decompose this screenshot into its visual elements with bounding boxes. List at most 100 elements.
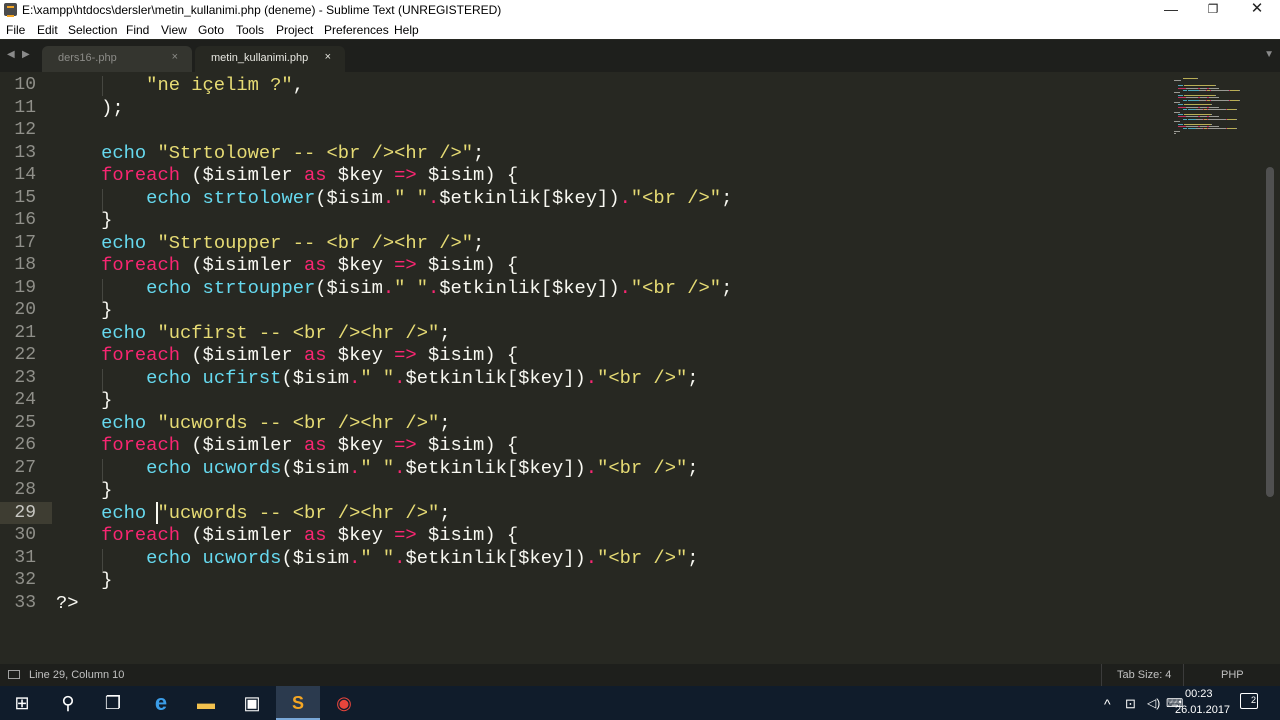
- code-token: " ": [394, 186, 428, 209]
- code-line[interactable]: 16 }: [0, 209, 1170, 232]
- code-token: =>: [394, 524, 417, 546]
- menu-tools[interactable]: Tools: [236, 23, 264, 37]
- tab-ders16[interactable]: ders16-.php ×: [42, 46, 192, 72]
- menu-preferences[interactable]: Preferences: [324, 23, 389, 37]
- notification-center-icon[interactable]: 2: [1240, 693, 1258, 709]
- sublime-text-taskbar-icon[interactable]: S: [276, 686, 320, 720]
- code-line[interactable]: 13 echo "Strtolower -- <br /><hr />";: [0, 142, 1170, 165]
- minimap-segment: [1211, 114, 1213, 115]
- clock-date[interactable]: 26.01.2017: [1175, 704, 1230, 716]
- tab-bar: ◀ ▶ ders16-.php × metin_kullanimi.php × …: [0, 40, 1280, 72]
- line-number: 24: [14, 390, 36, 410]
- tab-close-icon[interactable]: ×: [325, 51, 331, 63]
- code-token: .: [394, 456, 406, 479]
- code-line[interactable]: 14 foreach ($isimler as $key => $isim) {: [0, 164, 1170, 187]
- minimap-segment: [1209, 126, 1220, 127]
- chrome-icon[interactable]: ◉: [322, 686, 366, 720]
- minimap-segment: [1196, 109, 1203, 111]
- minimap-segment: [1174, 80, 1181, 82]
- code-token: $key: [326, 164, 395, 186]
- code-text: ?>: [56, 592, 79, 615]
- minimap-segment: [1182, 118, 1188, 120]
- menu-help[interactable]: Help: [394, 23, 419, 37]
- code-token: as: [303, 344, 327, 366]
- code-line[interactable]: 21 echo "ucfirst -- <br /><hr />";: [0, 322, 1170, 345]
- code-text: foreach ($isimler as $key => $isim) {: [56, 344, 518, 367]
- minimap-segment: [1200, 106, 1207, 108]
- menu-selection[interactable]: Selection: [68, 23, 117, 37]
- code-line[interactable]: 22 foreach ($isimler as $key => $isim) {: [0, 344, 1170, 367]
- code-line[interactable]: 23 echo ucfirst($isim." ".$etkinlik[$key…: [0, 367, 1170, 390]
- panel-toggle-icon[interactable]: [8, 670, 20, 679]
- code-line[interactable]: 32 }: [0, 569, 1170, 592]
- code-token: ($isimler: [180, 344, 304, 366]
- tab-dropdown-icon[interactable]: ▼: [1264, 49, 1274, 60]
- code-line[interactable]: 27 echo ucwords($isim." ".$etkinlik[$key…: [0, 457, 1170, 480]
- file-explorer-icon[interactable]: ▬: [184, 686, 228, 720]
- code-line[interactable]: 33 ?>: [0, 592, 1170, 615]
- tab-close-icon[interactable]: ×: [172, 51, 178, 63]
- vertical-scrollbar[interactable]: [1266, 167, 1274, 497]
- code-line[interactable]: 15 echo strtolower($isim." ".$etkinlik[$…: [0, 187, 1170, 210]
- search-icon[interactable]: ⚲: [46, 686, 90, 720]
- code-token: }: [56, 299, 113, 321]
- code-token: }: [56, 569, 113, 591]
- menu-file[interactable]: File: [6, 23, 25, 37]
- tab-metin-kullanimi[interactable]: metin_kullanimi.php ×: [195, 46, 345, 72]
- minimap-segment: [1174, 92, 1180, 94]
- edge-browser-icon[interactable]: e: [139, 686, 183, 720]
- start-button-icon[interactable]: ⊞: [0, 686, 44, 720]
- code-line[interactable]: 30 foreach ($isimler as $key => $isim) {: [0, 524, 1170, 547]
- syntax-indicator[interactable]: PHP: [1221, 669, 1244, 681]
- tab-scroll-right-icon[interactable]: ▶: [22, 49, 30, 60]
- minimap-segment: [1208, 109, 1226, 111]
- tab-size-indicator[interactable]: Tab Size: 4: [1117, 669, 1171, 681]
- task-view-icon[interactable]: ❐: [91, 686, 135, 720]
- minimap-segment: [1178, 94, 1183, 96]
- network-icon[interactable]: ⊡: [1125, 696, 1136, 712]
- menu-find[interactable]: Find: [126, 23, 149, 37]
- code-text: echo "Strtolower -- <br /><hr />";: [56, 142, 484, 165]
- minimap[interactable]: [1170, 72, 1240, 136]
- tab-scroll-left-icon[interactable]: ◀: [7, 49, 15, 60]
- menu-project[interactable]: Project: [276, 23, 313, 37]
- menu-edit[interactable]: Edit: [37, 23, 58, 37]
- code-token: "<br />": [630, 276, 722, 299]
- minimap-segment: [1182, 128, 1188, 130]
- code-editor[interactable]: 10 "ne içelim ?", 11 ); 12 13 echo "Strtolo…: [0, 72, 1280, 664]
- code-text: foreach ($isimler as $key => $isim) {: [56, 164, 518, 187]
- code-line[interactable]: 19 echo strtoupper($isim." ".$etkinlik[$…: [0, 277, 1170, 300]
- store-icon[interactable]: ▣: [230, 686, 274, 720]
- status-divider: [1183, 664, 1184, 686]
- code-text: echo "ucfirst -- <br /><hr />";: [56, 322, 450, 345]
- tray-expand-icon[interactable]: ^: [1104, 696, 1111, 712]
- menu-view[interactable]: View: [161, 23, 187, 37]
- code-line[interactable]: 29 echo "ucwords -- <br /><hr />";: [0, 501, 1170, 524]
- minimize-button[interactable]: —: [1148, 0, 1194, 20]
- code-line[interactable]: 24 }: [0, 389, 1170, 412]
- code-token: $etkinlik[$key]): [439, 276, 620, 299]
- minimap-segment: [1186, 106, 1199, 108]
- maximize-button[interactable]: ❐: [1190, 0, 1236, 20]
- volume-icon[interactable]: ◁): [1147, 696, 1160, 710]
- close-window-button[interactable]: ✕: [1234, 0, 1280, 20]
- code-line[interactable]: 11 );: [0, 97, 1170, 120]
- line-number: 14: [14, 165, 36, 185]
- clock-time[interactable]: 00:23: [1185, 688, 1213, 700]
- code-line[interactable]: 20 }: [0, 299, 1170, 322]
- minimap-segment: [1214, 94, 1216, 96]
- code-line[interactable]: 25 echo "ucwords -- <br /><hr />";: [0, 412, 1170, 435]
- code-text: echo strtolower($isim." ".$etkinlik[$key…: [56, 187, 732, 210]
- code-line[interactable]: 28 }: [0, 479, 1170, 502]
- code-token: .: [619, 276, 631, 299]
- minimap-segment: [1178, 97, 1187, 99]
- code-line[interactable]: 31 echo ucwords($isim." ".$etkinlik[$key…: [0, 547, 1170, 570]
- code-line[interactable]: 12: [0, 119, 1170, 142]
- menu-goto[interactable]: Goto: [198, 23, 224, 37]
- code-line[interactable]: 17 echo "Strtoupper -- <br /><hr />";: [0, 232, 1170, 255]
- code-line[interactable]: 26 foreach ($isimler as $key => $isim) {: [0, 434, 1170, 457]
- code-line[interactable]: 18 foreach ($isimler as $key => $isim) {: [0, 254, 1170, 277]
- code-line[interactable]: 10 "ne içelim ?",: [0, 74, 1170, 97]
